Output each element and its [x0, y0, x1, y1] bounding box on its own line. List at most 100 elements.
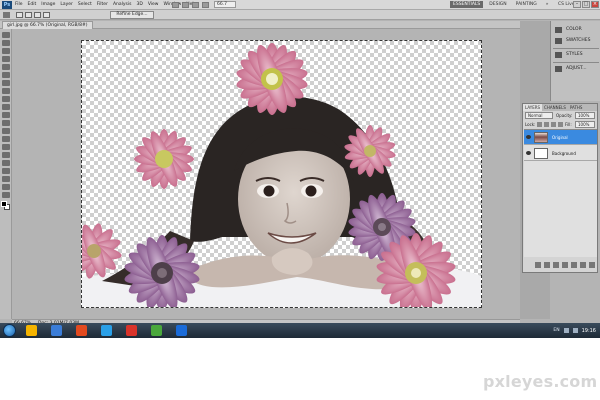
eyedropper-tool-icon[interactable]	[2, 72, 10, 78]
menu-edit[interactable]: Edit	[28, 1, 37, 9]
layer-mask-icon[interactable]	[553, 262, 559, 268]
lock-pixels-icon[interactable]	[544, 122, 549, 127]
taskbar-app-firefox-icon[interactable]	[76, 325, 87, 336]
windows-taskbar: EN 19:16	[0, 323, 600, 338]
lock-transparency-icon[interactable]	[537, 122, 542, 127]
view-extras-icon[interactable]	[192, 2, 199, 8]
eye-icon[interactable]	[526, 151, 531, 155]
panel-adjustments[interactable]: ADJUST...	[553, 64, 599, 74]
clone-stamp-tool-icon[interactable]	[2, 96, 10, 102]
language-indicator[interactable]: EN	[553, 328, 559, 333]
close-button[interactable]: ×	[591, 1, 599, 8]
layer-thumbnail	[534, 148, 548, 159]
tray-network-icon[interactable]	[563, 328, 569, 333]
healing-brush-tool-icon[interactable]	[2, 80, 10, 86]
refine-edge-button[interactable]: Refine Edge...	[110, 11, 154, 19]
path-selection-tool-icon[interactable]	[2, 160, 10, 166]
layers-panel: LAYERS CHANNELS PATHS Normal Opacity: 10…	[522, 103, 598, 273]
panel-divider	[553, 48, 599, 49]
crop-tool-icon[interactable]	[2, 64, 10, 70]
menu-select[interactable]: Select	[78, 1, 92, 9]
new-layer-icon[interactable]	[580, 262, 586, 268]
launch-mini-bridge-icon[interactable]	[182, 2, 189, 8]
workspace-essentials[interactable]: ESSENTIALS	[450, 1, 484, 8]
color-icon	[555, 27, 562, 33]
hand-tool-icon[interactable]	[2, 184, 10, 190]
layer-background[interactable]: Background	[524, 146, 597, 161]
panel-swatches[interactable]: SWATCHES	[553, 36, 599, 46]
menu-view[interactable]: View	[148, 1, 159, 9]
type-tool-icon[interactable]	[2, 152, 10, 158]
gradient-tool-icon[interactable]	[2, 120, 10, 126]
app-bar-icons	[172, 2, 209, 8]
brush-tool-icon[interactable]	[2, 88, 10, 94]
tab-channels[interactable]: CHANNELS	[542, 104, 568, 111]
lock-position-icon[interactable]	[551, 122, 556, 127]
taskbar-app-messenger-icon[interactable]	[101, 325, 112, 336]
minimize-button[interactable]: –	[573, 1, 581, 8]
move-tool-icon[interactable]	[2, 32, 10, 38]
trash-icon[interactable]	[589, 262, 595, 268]
taskbar-app-explorer-icon[interactable]	[26, 325, 37, 336]
taskbar-clock[interactable]: 19:16	[582, 328, 596, 334]
menu-layer[interactable]: Layer	[60, 1, 73, 9]
layers-footer-buttons	[524, 260, 597, 270]
menu-3d[interactable]: 3D	[136, 1, 142, 9]
taskbar-app-utility-icon[interactable]	[151, 325, 162, 336]
eye-icon[interactable]	[526, 135, 531, 139]
foreground-color-swatch[interactable]	[1, 201, 7, 207]
3d-rotate-tool-icon[interactable]	[2, 176, 10, 182]
shape-tool-icon[interactable]	[2, 168, 10, 174]
tray-volume-icon[interactable]	[572, 328, 578, 333]
workspace-design[interactable]: DESIGN	[486, 1, 509, 8]
subtract-selection-icon[interactable]	[34, 12, 41, 18]
lasso-tool-icon[interactable]	[2, 48, 10, 54]
tab-paths[interactable]: PATHS	[568, 104, 585, 111]
link-layers-icon[interactable]	[535, 262, 541, 268]
panel-styles[interactable]: STYLES	[553, 50, 599, 60]
menu-analysis[interactable]: Analysis	[113, 1, 132, 9]
blur-tool-icon[interactable]	[2, 128, 10, 134]
maximize-button[interactable]: □	[582, 1, 590, 8]
fill-input[interactable]: 100%	[575, 121, 595, 128]
adjustments-icon	[555, 66, 562, 72]
tool-preset-icon[interactable]	[3, 12, 10, 18]
menu-filter[interactable]: Filter	[97, 1, 108, 9]
selection-mode-buttons	[16, 12, 50, 18]
marquee-tool-icon[interactable]	[2, 40, 10, 46]
workspace-painting[interactable]: PAINTING	[513, 1, 540, 8]
eraser-tool-icon[interactable]	[2, 112, 10, 118]
document-canvas[interactable]	[81, 40, 482, 308]
tab-layers[interactable]: LAYERS	[523, 104, 543, 111]
dodge-tool-icon[interactable]	[2, 136, 10, 142]
menu-image[interactable]: Image	[41, 1, 55, 9]
taskbar-app-photoshop-icon[interactable]	[176, 325, 187, 336]
screenshot-stage: Ps File Edit Image Layer Select Filter A…	[0, 0, 600, 400]
blend-mode-select[interactable]: Normal	[525, 112, 553, 119]
pen-tool-icon[interactable]	[2, 144, 10, 150]
adjustment-layer-icon[interactable]	[562, 262, 568, 268]
taskbar-app-media-icon[interactable]	[126, 325, 137, 336]
panel-color[interactable]: COLOR	[553, 25, 599, 35]
history-brush-tool-icon[interactable]	[2, 104, 10, 110]
new-selection-icon[interactable]	[16, 12, 23, 18]
lock-all-icon[interactable]	[558, 122, 563, 127]
opacity-input[interactable]: 100%	[575, 112, 595, 119]
intersect-selection-icon[interactable]	[43, 12, 50, 18]
menu-file[interactable]: File	[15, 1, 23, 9]
taskbar-app-browser-icon[interactable]	[51, 325, 62, 336]
layer-style-icon[interactable]	[544, 262, 550, 268]
add-selection-icon[interactable]	[25, 12, 32, 18]
zoom-tool-icon[interactable]	[2, 192, 10, 198]
left-pupil	[263, 185, 275, 197]
workspace-more[interactable]: »	[543, 1, 552, 8]
start-button[interactable]	[3, 324, 16, 337]
launch-bridge-icon[interactable]	[172, 2, 179, 8]
right-pupil	[305, 185, 317, 197]
new-group-icon[interactable]	[571, 262, 577, 268]
quick-selection-tool-icon[interactable]	[2, 56, 10, 62]
hand-tool-icon[interactable]	[202, 2, 209, 8]
layer-original[interactable]: Original	[524, 130, 597, 145]
document-tab[interactable]: girl.jpg @ 66.7% (Original, RGB/8#)	[2, 21, 93, 29]
zoom-level-box[interactable]: 66.7	[214, 1, 236, 8]
